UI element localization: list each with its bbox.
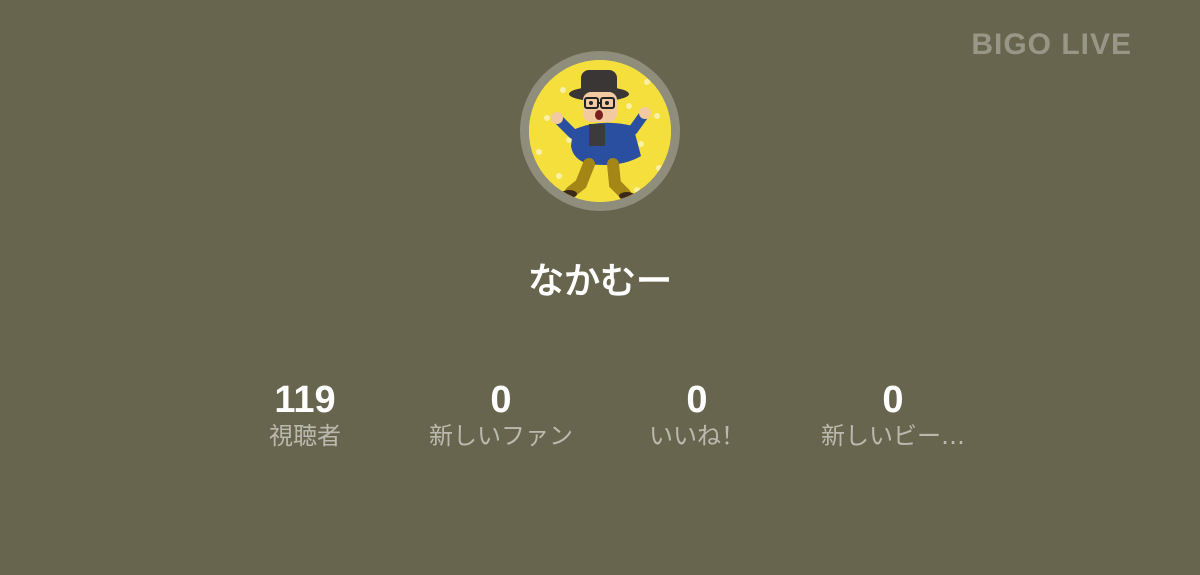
bigo-live-logo: BIGO LIVE	[971, 28, 1132, 61]
stat-likes-value: 0	[686, 379, 708, 421]
stat-viewers: 119 視聴者	[205, 378, 405, 450]
stat-likes-label: いいね！	[649, 422, 745, 450]
avatar[interactable]	[520, 51, 680, 211]
stats-row: 119 視聴者 0 新しいファン 0 いいね！ 0 新しいビー…	[0, 378, 1200, 458]
avatar-image	[529, 60, 671, 202]
stat-new-fans-value: 0	[490, 379, 512, 421]
username: なかむー	[527, 261, 672, 302]
stat-viewers-value: 119	[274, 379, 336, 421]
stat-new-beans-label: 新しいビー…	[821, 422, 965, 450]
stat-new-beans: 0 新しいビー…	[793, 378, 993, 450]
stat-likes: 0 いいね！	[597, 378, 797, 450]
stat-viewers-label: 視聴者	[269, 422, 341, 450]
stat-new-fans: 0 新しいファン	[401, 378, 601, 450]
stat-new-beans-value: 0	[882, 379, 904, 421]
stat-new-fans-label: 新しいファン	[429, 422, 573, 450]
